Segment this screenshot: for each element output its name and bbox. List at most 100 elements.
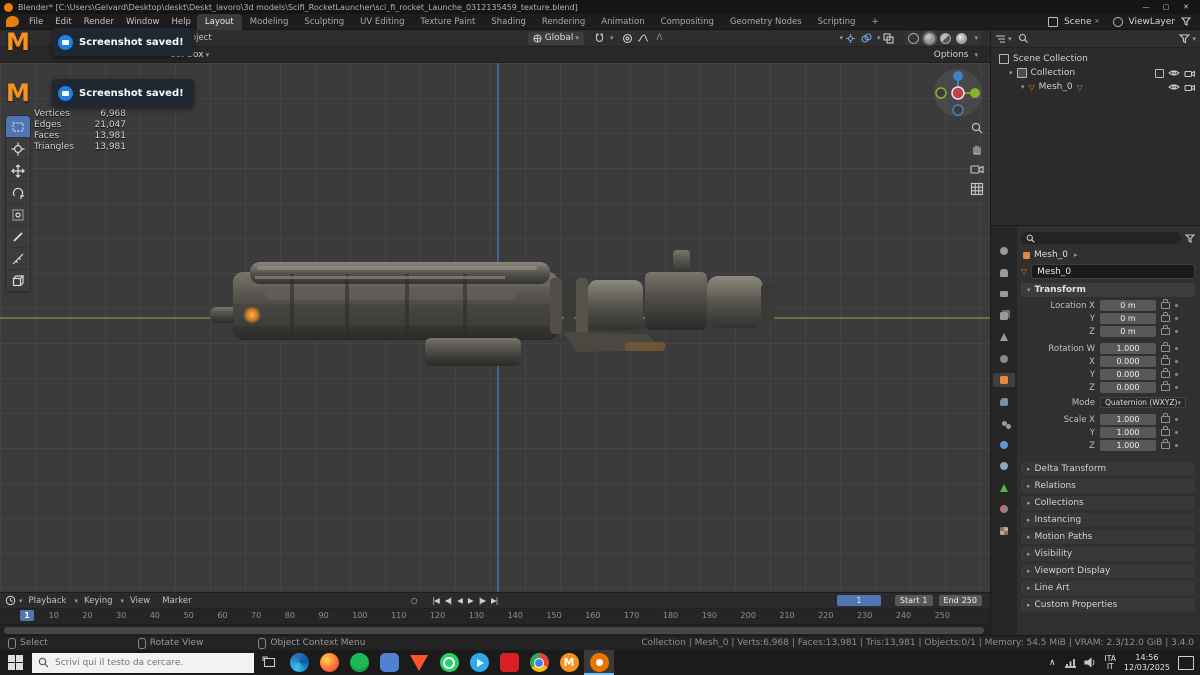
outliner-row-collection[interactable]: ▾ Collection [991, 66, 1200, 80]
language-indicator[interactable]: ITA IT [1105, 654, 1116, 671]
tool-move[interactable] [6, 160, 30, 182]
tab-geometry-nodes[interactable]: Geometry Nodes [722, 14, 810, 30]
close-button[interactable]: ✕ [1176, 1, 1196, 13]
app-icon-whatsapp[interactable] [434, 650, 464, 675]
play-reverse-button[interactable]: ◀ [454, 596, 465, 605]
rocket-launcher-model[interactable] [195, 250, 787, 390]
tab-texture-icon[interactable] [993, 524, 1015, 538]
tool-measure[interactable] [6, 248, 30, 270]
zoom-icon[interactable] [970, 121, 984, 135]
tab-animation[interactable]: Animation [593, 14, 652, 30]
tab-world-icon[interactable] [993, 352, 1015, 366]
tab-tool-icon[interactable] [993, 244, 1015, 258]
prev-keyframe-button[interactable]: ◀| [442, 596, 454, 605]
proportional-editing-icon[interactable] [619, 31, 635, 45]
outliner-editor-icon[interactable] [995, 34, 1006, 44]
scene-selector[interactable]: Scene [1064, 17, 1091, 27]
app-icon-discord[interactable] [374, 650, 404, 675]
start-button[interactable] [0, 650, 30, 675]
tab-uv-editing[interactable]: UV Editing [352, 14, 412, 30]
gizmo-y-axis[interactable] [970, 88, 980, 98]
properties-search-field[interactable] [1021, 232, 1181, 244]
tool-chevron[interactable]: ▾ [206, 51, 210, 59]
outliner-row-scene-collection[interactable]: Scene Collection [991, 52, 1200, 66]
app-icon-firefox[interactable] [314, 650, 344, 675]
browse-viewlayer-icon[interactable] [1110, 15, 1126, 29]
transform-section-header[interactable]: ▾ Transform [1021, 283, 1195, 297]
tab-physics-icon[interactable] [993, 438, 1015, 452]
tab-modeling[interactable]: Modeling [242, 14, 297, 30]
lock-icon[interactable] [1161, 342, 1170, 352]
show-overlays-icon[interactable] [859, 31, 875, 45]
tab-scene-icon[interactable] [993, 330, 1015, 344]
tab-modifiers-icon[interactable] [993, 395, 1015, 409]
tab-shading[interactable]: Shading [483, 14, 534, 30]
location-y-field[interactable]: 0 m [1100, 313, 1156, 324]
mesh-expand-chevron[interactable]: ▾ [1021, 83, 1025, 91]
scale-x-field[interactable]: 1.000 [1100, 414, 1156, 425]
scrollbar-handle[interactable] [4, 627, 984, 634]
pan-hand-icon[interactable] [970, 142, 984, 156]
show-gizmo-icon[interactable] [843, 31, 859, 45]
tool-add-cube[interactable] [6, 270, 30, 292]
viewlayer-filter-icon[interactable] [1178, 15, 1194, 29]
scene-unlink-icon[interactable]: ✕ [1095, 18, 1100, 25]
shading-material-icon[interactable] [940, 32, 952, 44]
toast-notification[interactable]: M Screenshot saved! [6, 28, 194, 56]
app-icon-blender[interactable] [584, 650, 614, 675]
outliner-row-mesh[interactable]: ▾ ▽ Mesh_0 ▽ [991, 80, 1200, 94]
maximize-button[interactable]: ▢ [1156, 1, 1176, 13]
mesh-render-camera-icon[interactable] [1184, 83, 1196, 92]
tab-particles-icon[interactable] [993, 416, 1015, 430]
viewlayer-selector[interactable]: ViewLayer [1129, 17, 1175, 27]
app-icon-edge[interactable] [284, 650, 314, 675]
app-icon-brave[interactable] [404, 650, 434, 675]
outliner-search-icon[interactable] [1018, 33, 1029, 44]
collection-hide-eye-icon[interactable] [1168, 69, 1180, 77]
section-line-art[interactable]: ▸ Line Art [1021, 581, 1195, 595]
tab-object-icon[interactable] [993, 373, 1015, 387]
scale-z-field[interactable]: 1.000 [1100, 440, 1156, 451]
viewport-canvas[interactable]: Vertices 6,968 Edges 21,047 Faces 13,981 Tr… [0, 63, 990, 592]
lock-icon[interactable] [1161, 325, 1170, 335]
lock-icon[interactable] [1161, 439, 1170, 449]
animate-dot-icon[interactable] [1175, 386, 1178, 389]
rotation-w-field[interactable]: 1.000 [1100, 343, 1156, 354]
tab-layout[interactable]: Layout [196, 13, 242, 30]
tab-output-icon[interactable] [993, 287, 1015, 301]
properties-filter-icon[interactable] [1185, 233, 1195, 243]
rotation-z-field[interactable]: 0.000 [1100, 382, 1156, 393]
shading-solid-icon[interactable] [922, 30, 938, 46]
gizmo-x-axis[interactable] [951, 86, 965, 100]
animate-dot-icon[interactable] [1175, 444, 1178, 447]
rotation-mode-dropdown[interactable]: Quaternion (WXYZ) ▾ [1100, 397, 1186, 408]
animate-dot-icon[interactable] [1175, 360, 1178, 363]
gizmo-z-axis[interactable] [953, 71, 963, 81]
lock-icon[interactable] [1161, 355, 1170, 365]
blender-logo-icon[interactable] [6, 16, 19, 27]
timeline-ruler[interactable]: 1102030405060708090100110120130140150160… [0, 609, 990, 625]
orthographic-grid-icon[interactable] [970, 182, 984, 196]
animate-dot-icon[interactable] [1175, 431, 1178, 434]
tab-material-icon[interactable] [993, 502, 1015, 516]
app-icon-chrome[interactable] [524, 650, 554, 675]
scale-y-field[interactable]: 1.000 [1100, 427, 1156, 438]
lock-icon[interactable] [1161, 368, 1170, 378]
jump-to-end-button[interactable]: ▶| [488, 596, 500, 605]
camera-view-icon[interactable] [970, 163, 984, 175]
jump-to-start-button[interactable]: |◀ [430, 596, 442, 605]
add-workspace-button[interactable]: + [863, 14, 886, 30]
section-collections[interactable]: ▸ Collections [1021, 496, 1195, 510]
tool-cursor[interactable] [6, 138, 30, 160]
shading-rendered-icon[interactable] [956, 32, 968, 44]
collection-expand-chevron[interactable]: ▾ [1009, 69, 1013, 77]
task-view-button[interactable] [254, 650, 284, 675]
timeline-editor-icon[interactable] [5, 595, 17, 606]
section-custom-properties[interactable]: ▸ Custom Properties [1021, 598, 1195, 612]
section-visibility[interactable]: ▸ Visibility [1021, 547, 1195, 561]
shading-chevron[interactable]: ▾ [974, 34, 978, 42]
transform-orientation-dropdown[interactable]: Global ▾ [527, 31, 584, 45]
menu-help[interactable]: Help [165, 17, 196, 27]
snap-chevron-icon[interactable]: ▾ [610, 34, 614, 42]
shading-wireframe-icon[interactable] [908, 32, 920, 44]
